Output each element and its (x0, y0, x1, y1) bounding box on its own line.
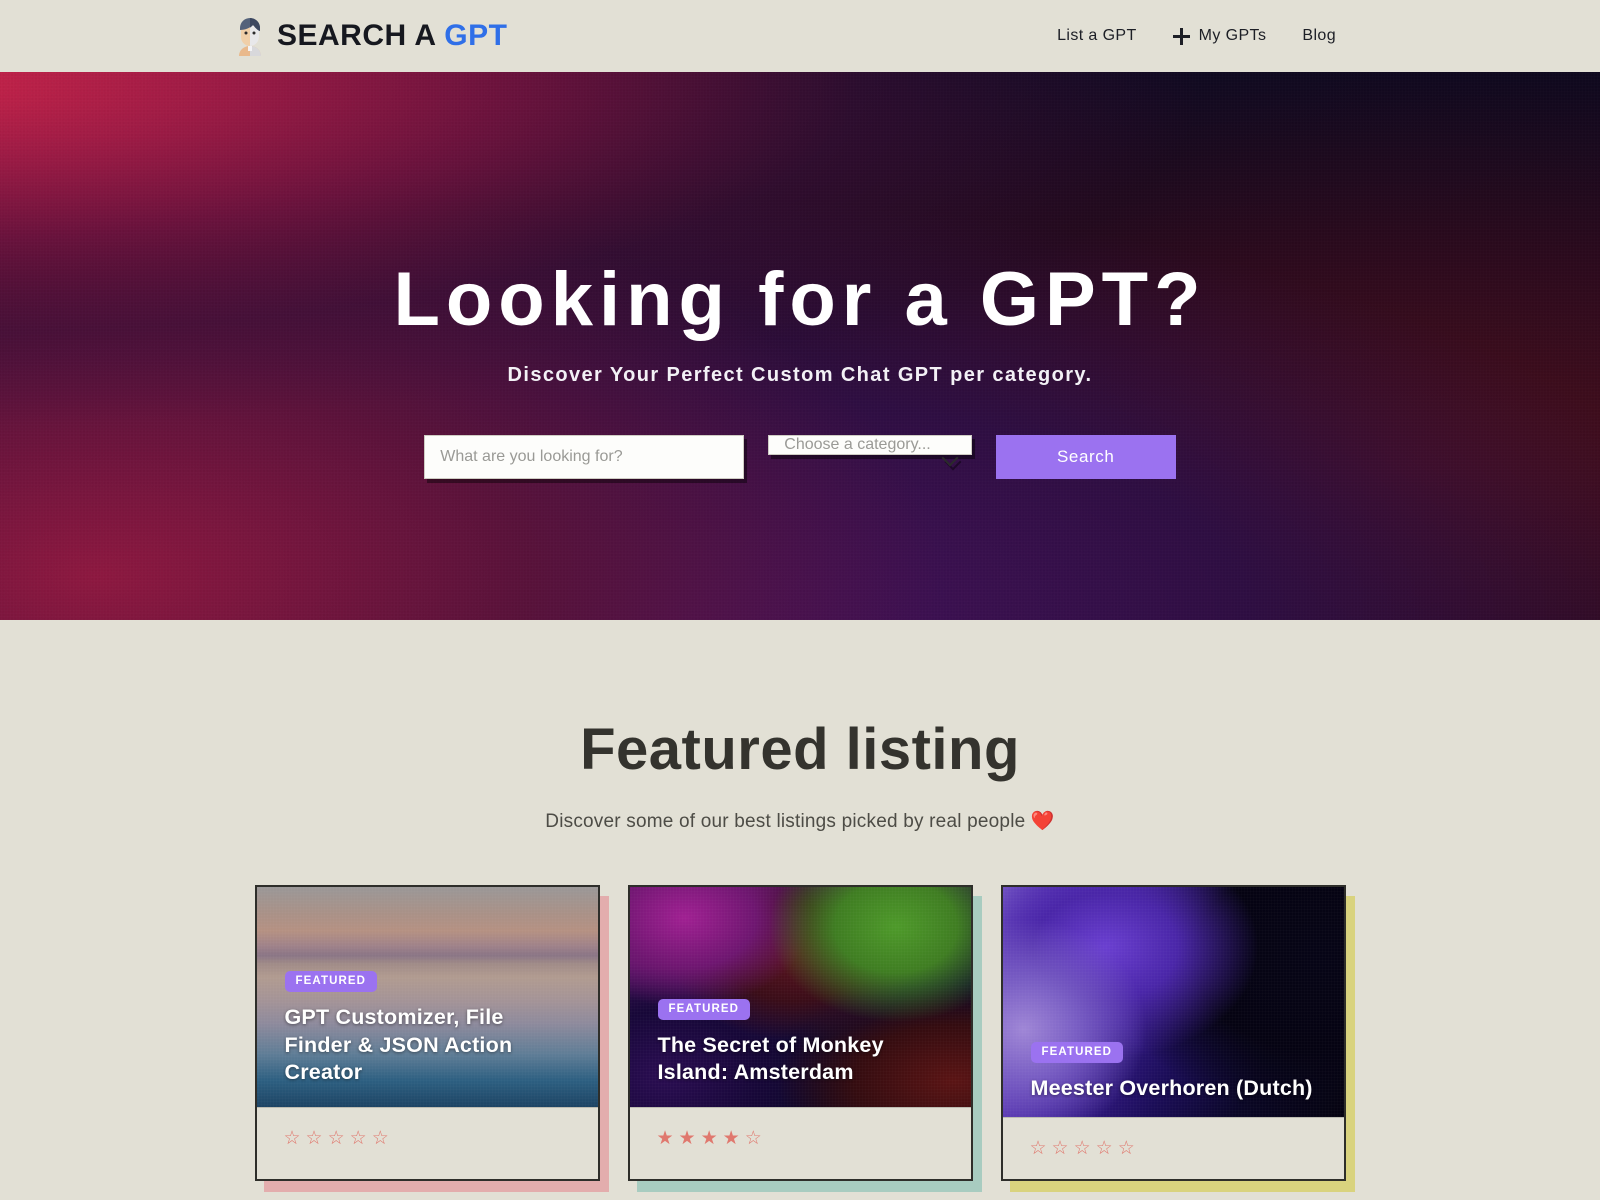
featured-card-list: FEATURED GPT Customizer, File Finder & J… (0, 885, 1600, 1181)
listing-card-title: GPT Customizer, File Finder & JSON Actio… (284, 1005, 513, 1085)
featured-subtitle: Discover some of our best listings picke… (545, 811, 1055, 832)
rating-stars[interactable]: ★ ★ ★ ★ ☆ (657, 1129, 762, 1148)
star-icon[interactable]: ☆ (1074, 1139, 1091, 1158)
listing-card-image: FEATURED Meester Overhoren (Dutch) (1002, 887, 1344, 1117)
listing-card[interactable]: FEATURED Meester Overhoren (Dutch) ☆ ☆ ☆… (1000, 885, 1346, 1181)
brand-title-main: SEARCH A (277, 19, 436, 52)
category-select-wrap: Choose a category... (768, 434, 972, 467)
featured-section: Featured listing Discover some of our be… (0, 620, 1600, 1181)
star-icon[interactable]: ★ (701, 1129, 718, 1148)
hero-section: Looking for a GPT? Discover Your Perfect… (0, 72, 1600, 620)
hero-subtitle: Discover Your Perfect Custom Chat GPT pe… (507, 363, 1093, 386)
star-icon[interactable]: ★ (723, 1129, 740, 1148)
featured-badge: FEATURED (657, 998, 751, 1020)
star-icon[interactable]: ☆ (284, 1129, 301, 1148)
listing-card-image: FEATURED GPT Customizer, File Finder & J… (256, 887, 598, 1107)
listing-card-title: Meester Overhoren (Dutch) (1030, 1076, 1313, 1101)
nav-item-my-gpts-label: My GPTs (1198, 27, 1267, 44)
rating-stars[interactable]: ☆ ☆ ☆ ☆ ☆ (1030, 1139, 1135, 1158)
star-icon[interactable]: ☆ (306, 1129, 323, 1148)
rating-stars[interactable]: ☆ ☆ ☆ ☆ ☆ (284, 1129, 389, 1148)
search-input-wrap (424, 434, 745, 479)
star-icon[interactable]: ☆ (1118, 1139, 1135, 1158)
page-title: Looking for a GPT? (393, 257, 1207, 342)
star-icon[interactable]: ☆ (372, 1129, 389, 1148)
nav-item-list-a-gpt[interactable]: List a GPT (1057, 27, 1137, 45)
star-icon[interactable]: ★ (657, 1129, 674, 1148)
featured-title: Featured listing (580, 717, 1020, 782)
star-icon[interactable]: ☆ (350, 1129, 367, 1148)
avatar-robot-icon (236, 16, 264, 56)
listing-card[interactable]: FEATURED The Secret of Monkey Island: Am… (627, 885, 973, 1181)
star-icon[interactable]: ★ (679, 1129, 696, 1148)
main-nav: List a GPT My GPTs Blog (1057, 27, 1336, 45)
category-select[interactable]: Choose a category... (768, 434, 972, 455)
search-input[interactable] (424, 434, 745, 479)
featured-badge: FEATURED (284, 971, 378, 993)
nav-item-blog[interactable]: Blog (1302, 27, 1336, 45)
search-button[interactable]: Search (995, 434, 1176, 479)
site-header: SEARCH A GPT List a GPT My GPTs Blog (0, 0, 1600, 72)
search-bar: Choose a category... Search (0, 434, 1600, 479)
nav-item-my-gpts[interactable]: My GPTs (1172, 27, 1267, 45)
brand-title: SEARCH A GPT (277, 19, 507, 53)
listing-card-footer: ☆ ☆ ☆ ☆ ☆ (256, 1107, 598, 1169)
star-icon[interactable]: ☆ (328, 1129, 345, 1148)
plus-icon (1172, 27, 1190, 45)
star-icon[interactable]: ☆ (1096, 1139, 1113, 1158)
star-icon[interactable]: ☆ (1030, 1139, 1047, 1158)
listing-card[interactable]: FEATURED GPT Customizer, File Finder & J… (254, 885, 600, 1181)
brand-title-accent: GPT (444, 19, 508, 52)
star-icon[interactable]: ☆ (1052, 1139, 1069, 1158)
listing-card-footer: ☆ ☆ ☆ ☆ ☆ (1002, 1117, 1344, 1179)
listing-card-image: FEATURED The Secret of Monkey Island: Am… (629, 887, 971, 1107)
listing-card-footer: ★ ★ ★ ★ ☆ (629, 1107, 971, 1169)
star-icon[interactable]: ☆ (745, 1129, 762, 1148)
brand-logo[interactable]: SEARCH A GPT (236, 16, 507, 56)
featured-badge: FEATURED (1030, 1042, 1124, 1064)
listing-card-title: The Secret of Monkey Island: Amsterdam (657, 1032, 884, 1085)
